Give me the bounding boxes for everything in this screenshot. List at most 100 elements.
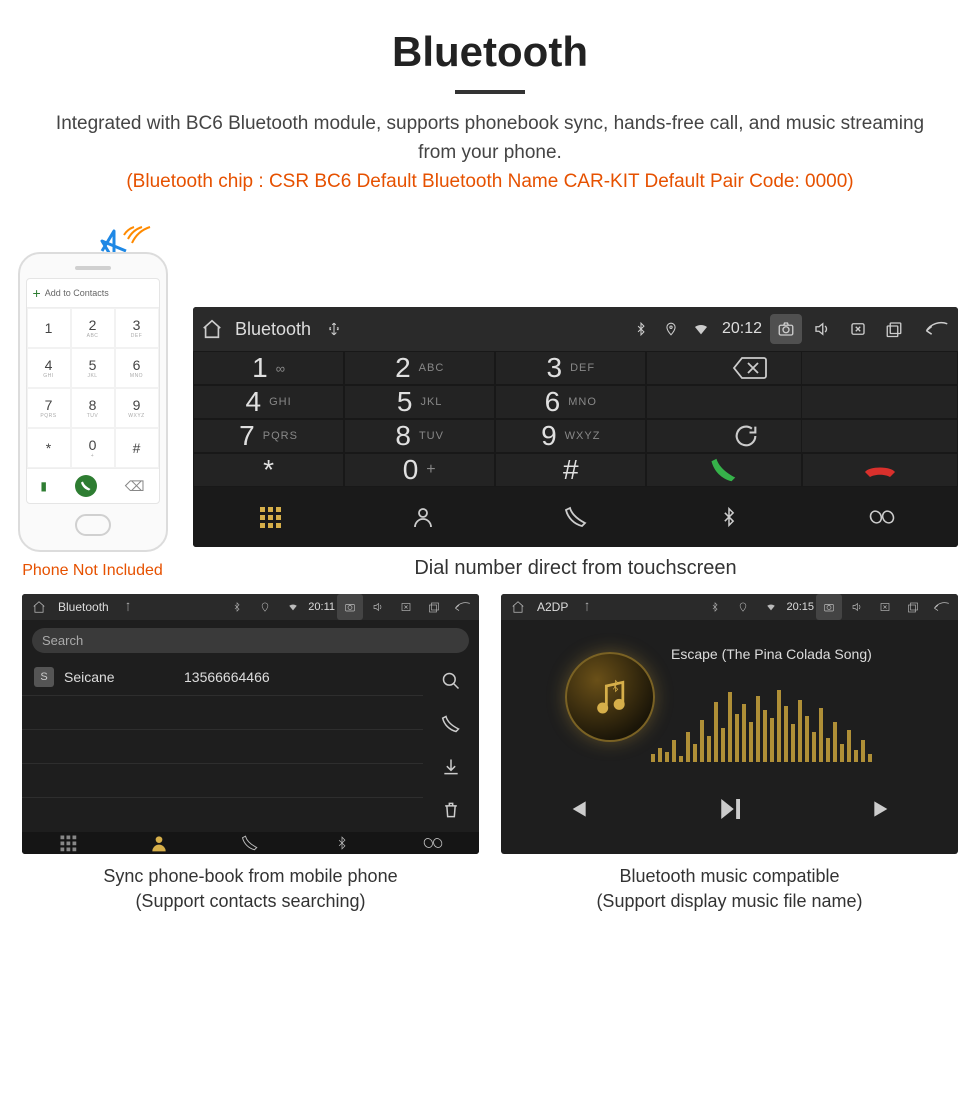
- music-panel: A2DP 20:15 Escape (The Pina Colada Song): [501, 594, 958, 914]
- home-icon[interactable]: [199, 316, 225, 342]
- screenshot-button[interactable]: [770, 314, 802, 344]
- phone-screen: + Add to Contacts 1 2ABC 3DEF 4GHI 5JKL …: [26, 278, 160, 504]
- volume-button[interactable]: [844, 594, 870, 620]
- nav-call-log[interactable]: [499, 487, 652, 547]
- music-body: Escape (The Pina Colada Song): [501, 620, 958, 854]
- key-6[interactable]: 6MNO: [495, 385, 646, 419]
- recent-apps-button[interactable]: [878, 314, 910, 344]
- usb-icon: [321, 316, 347, 342]
- backspace-button[interactable]: [646, 351, 802, 385]
- search-input[interactable]: Search: [32, 628, 469, 653]
- backspace-icon-phone[interactable]: ⌫: [125, 478, 145, 495]
- volume-button[interactable]: [365, 594, 391, 620]
- phone-key-8[interactable]: 8TUV: [71, 388, 115, 428]
- prev-track-button[interactable]: [564, 796, 590, 822]
- screenshot-button[interactable]: [337, 594, 363, 620]
- backspace-cell[interactable]: [802, 351, 958, 385]
- phone-key-2[interactable]: 2ABC: [71, 308, 115, 348]
- app-title: Bluetooth: [235, 319, 311, 340]
- phone-key-9[interactable]: 9WXYZ: [115, 388, 159, 428]
- bluetooth-specs: (Bluetooth chip : CSR BC6 Default Blueto…: [0, 171, 980, 193]
- app-title: Bluetooth: [58, 600, 109, 614]
- home-icon[interactable]: [505, 594, 531, 620]
- phone-home-button[interactable]: [75, 514, 111, 536]
- add-contacts-label: Add to Contacts: [45, 288, 109, 298]
- add-contacts-row[interactable]: + Add to Contacts: [27, 279, 159, 308]
- dialer-caption: Dial number direct from touchscreen: [193, 557, 958, 580]
- call-icon[interactable]: [441, 714, 461, 734]
- nav-contacts[interactable]: [346, 487, 499, 547]
- nav-pair[interactable]: [805, 487, 958, 547]
- phone-key-6[interactable]: 6MNO: [115, 348, 159, 388]
- nav-pair[interactable]: [388, 832, 479, 854]
- next-track-button[interactable]: [870, 796, 896, 822]
- close-app-button[interactable]: [872, 594, 898, 620]
- list-item: [22, 696, 423, 730]
- side-col-2: [802, 351, 958, 487]
- search-icon[interactable]: [441, 671, 461, 691]
- phone-key-star[interactable]: *: [27, 428, 71, 468]
- phonebook-bottom-nav: [22, 832, 479, 854]
- contact-row[interactable]: S Seicane 13566664466: [22, 659, 423, 696]
- back-button[interactable]: [928, 594, 954, 620]
- key-star[interactable]: *: [193, 453, 344, 487]
- key-3[interactable]: 3DEF: [495, 351, 646, 385]
- refresh-button[interactable]: [646, 419, 802, 453]
- side-col-1: [646, 351, 802, 487]
- phone-dialpad: 1 2ABC 3DEF 4GHI 5JKL 6MNO 7PQRS 8TUV 9W…: [27, 308, 159, 468]
- dialer-panel: Bluetooth 20:12: [193, 307, 958, 547]
- key-hash[interactable]: #: [495, 453, 646, 487]
- call-answer-button[interactable]: [646, 453, 802, 487]
- key-7[interactable]: 7PQRS: [193, 419, 344, 453]
- recent-apps-button[interactable]: [900, 594, 926, 620]
- keypad: 1∞ 2ABC 3DEF 4GHI 5JKL 6MNO 7PQRS 8TUV 9…: [193, 351, 646, 487]
- back-button[interactable]: [920, 314, 952, 344]
- call-hangup-button[interactable]: [802, 453, 958, 487]
- close-app-button[interactable]: [842, 314, 874, 344]
- signal-icon: ▮: [40, 479, 47, 493]
- nav-call-log[interactable]: [205, 832, 296, 854]
- recent-apps-button[interactable]: [421, 594, 447, 620]
- download-icon[interactable]: [441, 757, 461, 777]
- close-app-button[interactable]: [393, 594, 419, 620]
- volume-button[interactable]: [806, 314, 838, 344]
- phonebook-caption: Sync phone-book from mobile phone (Suppo…: [22, 864, 479, 914]
- phone-key-4[interactable]: 4GHI: [27, 348, 71, 388]
- nav-dialpad[interactable]: [22, 832, 113, 854]
- bluetooth-icon: [702, 594, 728, 620]
- contact-number: 13566664466: [184, 669, 270, 685]
- key-2[interactable]: 2ABC: [344, 351, 495, 385]
- back-button[interactable]: [449, 594, 475, 620]
- phone-key-hash[interactable]: #: [115, 428, 159, 468]
- key-9[interactable]: 9WXYZ: [495, 419, 646, 453]
- call-button[interactable]: [75, 475, 97, 497]
- screenshot-button[interactable]: [816, 594, 842, 620]
- plus-icon: +: [33, 285, 41, 301]
- phone-key-0[interactable]: 0+: [71, 428, 115, 468]
- nav-bluetooth[interactable]: [652, 487, 805, 547]
- key-1[interactable]: 1∞: [193, 351, 344, 385]
- row-dialer: + Add to Contacts 1 2ABC 3DEF 4GHI 5JKL …: [0, 211, 980, 580]
- phone-key-7[interactable]: 7PQRS: [27, 388, 71, 428]
- dialer-bottom-nav: [193, 487, 958, 547]
- key-0[interactable]: 0+: [344, 453, 495, 487]
- nav-contacts-active[interactable]: [113, 832, 204, 854]
- phone-key-5[interactable]: 5JKL: [71, 348, 115, 388]
- refresh-cell[interactable]: [802, 419, 958, 453]
- home-icon[interactable]: [26, 594, 52, 620]
- key-5[interactable]: 5JKL: [344, 385, 495, 419]
- key-8[interactable]: 8TUV: [344, 419, 495, 453]
- phone-key-1[interactable]: 1: [27, 308, 71, 348]
- page-subtitle: Integrated with BC6 Bluetooth module, su…: [0, 110, 980, 167]
- music-controls: [501, 794, 958, 824]
- phone-key-3[interactable]: 3DEF: [115, 308, 159, 348]
- play-pause-button[interactable]: [715, 794, 745, 824]
- location-icon: [658, 316, 684, 342]
- dialer-body: 1∞ 2ABC 3DEF 4GHI 5JKL 6MNO 7PQRS 8TUV 9…: [193, 351, 958, 487]
- nav-bluetooth[interactable]: [296, 832, 387, 854]
- list-item: [22, 798, 423, 832]
- key-4[interactable]: 4GHI: [193, 385, 344, 419]
- delete-icon[interactable]: [441, 800, 461, 820]
- phone-speaker: [75, 266, 111, 270]
- nav-dialpad[interactable]: [193, 487, 346, 547]
